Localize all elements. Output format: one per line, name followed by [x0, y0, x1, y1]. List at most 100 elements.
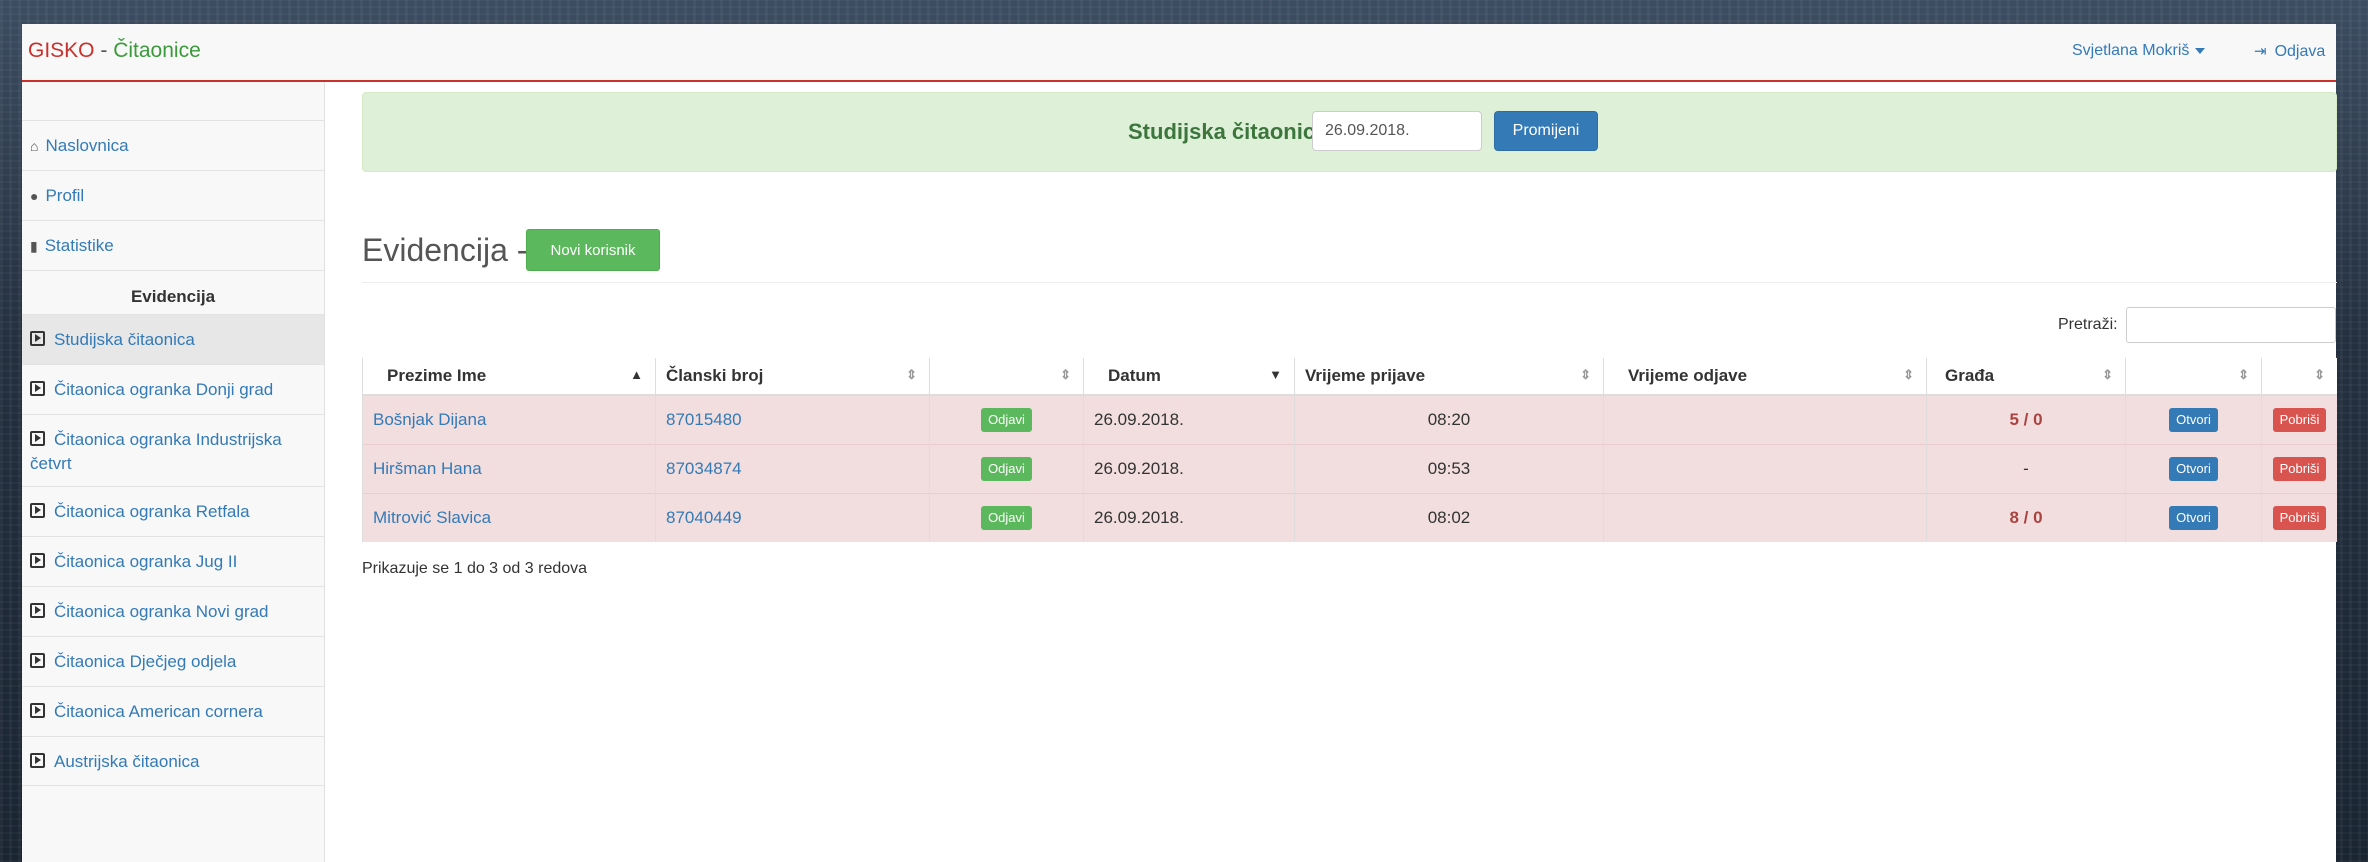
sidebar-item-label: Statistike: [44, 236, 114, 255]
items-value: -: [2023, 459, 2029, 478]
table-info: Prikazuje se 1 do 3 od 3 redova: [362, 560, 588, 577]
sidebar-item-jug[interactable]: Čitaonica ogranka Jug II: [22, 536, 324, 586]
bar-chart-icon: ▮: [30, 238, 38, 254]
cell-name[interactable]: Mitrović Slavica: [362, 493, 656, 542]
cell-name[interactable]: Bošnjak Dijana: [362, 394, 656, 445]
play-square-icon: [30, 603, 45, 618]
sidebar-item-donji-grad[interactable]: Čitaonica ogranka Donji grad: [22, 364, 324, 414]
sidebar: ⌂ Naslovnica ● Profil ▮ Statistike Evidenci…: [22, 82, 325, 862]
play-square-icon: [30, 503, 45, 518]
sidebar-item-novi-grad[interactable]: Čitaonica ogranka Novi grad: [22, 586, 324, 636]
cell-time-in: 08:02: [1294, 493, 1604, 542]
user-icon: ●: [30, 188, 39, 204]
cell-delete: Pobriši: [2261, 493, 2337, 542]
items-value: 5 / 0: [2009, 410, 2043, 429]
open-button[interactable]: Otvori: [2169, 506, 2218, 530]
divider: [362, 282, 2337, 283]
column-header-name[interactable]: Prezime Ime ▲: [362, 358, 656, 396]
cell-member-no[interactable]: 87034874: [655, 444, 930, 494]
items-value: 8 / 0: [2009, 508, 2043, 527]
open-button[interactable]: Otvori: [2169, 457, 2218, 481]
cell-date: 26.09.2018.: [1083, 493, 1295, 542]
column-header-member-no[interactable]: Članski broj ⇕: [655, 358, 930, 396]
cell-name[interactable]: Hiršman Hana: [362, 444, 656, 494]
table-row: Hiršman Hana 87034874 Odjavi 26.09.2018.…: [362, 444, 2337, 494]
sign-out-icon: ⇥: [2254, 43, 2267, 60]
cell-member-no[interactable]: 87040449: [655, 493, 930, 542]
change-button[interactable]: Promijeni: [1494, 111, 1598, 151]
delete-button[interactable]: Pobriši: [2272, 408, 2327, 432]
open-button[interactable]: Otvori: [2169, 408, 2218, 432]
member-no-link[interactable]: 87040449: [666, 508, 742, 527]
app-window: GISKO - Čitaonice Svjetlana Mokriš ⇥ Odja…: [22, 24, 2337, 862]
sidebar-item-label: Čitaonica Dječjeg odjela: [54, 652, 237, 671]
cell-items: -: [1926, 444, 2126, 494]
sidebar-item-label: Čitaonica ogranka Jug II: [54, 552, 238, 571]
new-user-button[interactable]: Novi korisnik: [526, 229, 660, 271]
user-name: Svjetlana Mokriš: [2072, 42, 2190, 59]
column-header-items[interactable]: Građa ⇕: [1926, 358, 2126, 396]
member-no-link[interactable]: 87015480: [666, 410, 742, 429]
cell-action: Odjavi: [929, 394, 1084, 445]
reading-room-label: Studijska čitaonica: [1128, 119, 1328, 144]
name-link[interactable]: Hiršman Hana: [373, 459, 482, 478]
play-square-icon: [30, 653, 45, 668]
cell-date: 26.09.2018.: [1083, 394, 1295, 445]
column-header-action[interactable]: ⇕: [929, 358, 1084, 396]
member-no-link[interactable]: 87034874: [666, 459, 742, 478]
sort-icon: ⇕: [1903, 367, 1914, 382]
cell-open: Otvori: [2125, 444, 2262, 494]
sidebar-item-djecji[interactable]: Čitaonica Dječjeg odjela: [22, 636, 324, 686]
brand-link[interactable]: GISKO - Čitaonice: [28, 39, 201, 63]
cell-time-in: 09:53: [1294, 444, 1604, 494]
cell-action: Odjavi: [929, 444, 1084, 494]
cell-items: 5 / 0: [1926, 394, 2126, 445]
sidebar-item-statistike[interactable]: ▮ Statistike: [22, 220, 324, 270]
sidebar-item-naslovnica[interactable]: ⌂ Naslovnica: [22, 120, 324, 170]
sidebar-item-american-corner[interactable]: Čitaonica American cornera: [22, 686, 324, 736]
sidebar-item-label: Čitaonica ogranka Retfala: [54, 502, 250, 521]
sidebar-item-profil[interactable]: ● Profil: [22, 170, 324, 220]
checkout-button[interactable]: Odjavi: [981, 408, 1032, 432]
page-title: Evidencija -: [362, 232, 528, 268]
search-label: Pretraži:: [2058, 316, 2118, 333]
delete-button[interactable]: Pobriši: [2272, 506, 2327, 530]
cell-open: Otvori: [2125, 394, 2262, 445]
checkout-button[interactable]: Odjavi: [981, 457, 1032, 481]
brand-subtitle: Čitaonice: [113, 39, 201, 62]
play-square-icon: [30, 753, 45, 768]
name-link[interactable]: Mitrović Slavica: [373, 508, 491, 527]
sidebar-item-retfala[interactable]: Čitaonica ogranka Retfala: [22, 486, 324, 536]
logout-link[interactable]: ⇥ Odjava: [2254, 42, 2325, 61]
date-input[interactable]: [1312, 111, 1482, 151]
play-square-icon: [30, 703, 45, 718]
sidebar-item-studijska[interactable]: Studijska čitaonica: [22, 314, 324, 364]
column-header-date[interactable]: Datum ▼: [1083, 358, 1295, 396]
play-square-icon: [30, 431, 45, 446]
sort-icon: ⇕: [1580, 367, 1591, 382]
play-square-icon: [30, 331, 45, 346]
sidebar-item-industrijska[interactable]: Čitaonica ogranka Industrijska četvrt: [22, 414, 324, 486]
sort-icon: ⇕: [2102, 367, 2113, 382]
table-header-row: Prezime Ime ▲ Članski broj ⇕ ⇕ Datum ▼ Vrij…: [362, 358, 2337, 396]
records-table: Prezime Ime ▲ Članski broj ⇕ ⇕ Datum ▼ Vrij…: [362, 358, 2337, 542]
brand-name: GISKO: [28, 39, 95, 62]
cell-member-no[interactable]: 87015480: [655, 394, 930, 445]
sort-icon: ⇕: [1060, 367, 1071, 382]
column-header-open[interactable]: ⇕: [2125, 358, 2262, 396]
column-header-time-out[interactable]: Vrijeme odjave ⇕: [1603, 358, 1927, 396]
delete-button[interactable]: Pobriši: [2272, 457, 2327, 481]
table-row: Bošnjak Dijana 87015480 Odjavi 26.09.201…: [362, 394, 2337, 445]
logout-label: Odjava: [2274, 43, 2326, 60]
search-input[interactable]: [2126, 307, 2336, 343]
column-header-time-in[interactable]: Vrijeme prijave ⇕: [1294, 358, 1604, 396]
sort-icon: ⇕: [2238, 367, 2249, 382]
sidebar-item-austrijska[interactable]: Austrijska čitaonica: [22, 736, 324, 786]
user-menu-dropdown[interactable]: Svjetlana Mokriš: [2072, 42, 2206, 60]
checkout-button[interactable]: Odjavi: [981, 506, 1032, 530]
cell-action: Odjavi: [929, 493, 1084, 542]
column-header-delete[interactable]: ⇕: [2261, 358, 2337, 396]
sort-icon: ⇕: [906, 367, 917, 382]
name-link[interactable]: Bošnjak Dijana: [373, 410, 486, 429]
cell-time-out: [1603, 394, 1927, 445]
